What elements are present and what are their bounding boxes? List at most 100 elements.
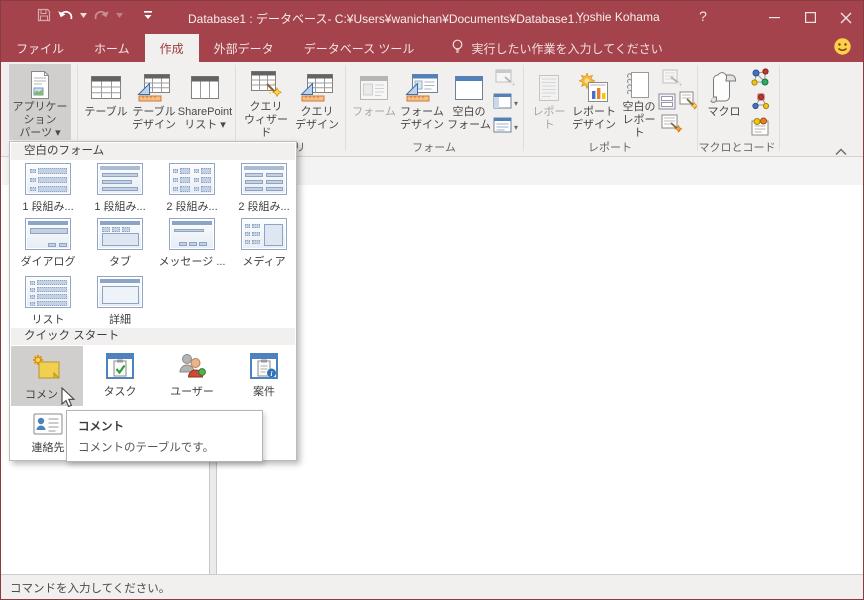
case-clipboard-info-icon: i xyxy=(228,352,300,380)
tab-home[interactable]: ホーム xyxy=(79,34,145,62)
query-wizard-icon xyxy=(250,69,282,101)
more-forms-button[interactable]: ▾ xyxy=(493,117,518,138)
gallery-item[interactable]: タブ xyxy=(84,218,156,269)
report-wizard-button xyxy=(662,69,684,92)
gallery-item[interactable]: 1 段組み... xyxy=(84,163,156,214)
slip-wizard-icon xyxy=(661,114,683,139)
tooltip: コメント コメントのテーブルです。 xyxy=(66,410,263,462)
tooltip-title: コメント xyxy=(78,421,124,433)
tell-me-box[interactable]: 実行したい作業を入力してください xyxy=(451,34,663,62)
navigation-form-icon xyxy=(493,93,512,114)
labels-icon xyxy=(658,93,676,115)
gallery-item-user[interactable]: ユーザー xyxy=(156,352,228,399)
status-message: コマンドを入力してください。 xyxy=(10,583,171,595)
gallery-item[interactable]: メッセージ ... xyxy=(156,218,228,269)
message-form-icon xyxy=(156,218,228,250)
tab-create[interactable]: 作成 xyxy=(144,34,199,62)
title-bar: Database1 : データベース- C:¥Users¥wanichan¥Do… xyxy=(1,1,863,34)
undo-dropdown-caret[interactable] xyxy=(80,12,87,18)
more-forms-icon xyxy=(493,117,512,138)
query-design-icon xyxy=(300,69,334,106)
group-separator xyxy=(235,65,236,151)
customize-quick-access-icon[interactable] xyxy=(143,10,153,20)
gallery-item[interactable]: 2 段組み... xyxy=(156,163,228,214)
module-button[interactable] xyxy=(750,67,771,93)
gallery-section-blank-forms: 空白のフォーム xyxy=(11,143,295,160)
gallery-item-task[interactable]: タスク xyxy=(84,352,156,399)
feedback-smiley-icon[interactable] xyxy=(833,37,852,61)
application-parts-icon xyxy=(27,69,53,101)
redo-button[interactable] xyxy=(93,9,110,22)
access-window: Database1 : データベース- C:¥Users¥wanichan¥Do… xyxy=(0,0,864,600)
gallery-item[interactable]: 1 段組み... xyxy=(12,163,84,214)
mouse-cursor xyxy=(59,386,77,414)
labels-button[interactable] xyxy=(658,93,676,115)
report-button: レポート xyxy=(528,64,570,140)
status-bar: コマンドを入力してください。 xyxy=(1,574,863,599)
blank-report-icon xyxy=(627,69,651,101)
table-design-icon xyxy=(137,69,171,106)
comment-note-icon xyxy=(11,353,83,383)
users-icon xyxy=(156,352,228,380)
collapse-ribbon-icon[interactable] xyxy=(834,144,850,156)
query-design-button[interactable]: クエリ デザイン xyxy=(293,64,341,140)
media-form-icon xyxy=(228,218,300,250)
class-module-icon xyxy=(750,92,771,118)
help-button[interactable]: ? xyxy=(693,8,713,24)
report-wizard-icon xyxy=(662,69,684,92)
form-wizard-button xyxy=(495,69,517,92)
dialog-form-icon xyxy=(12,218,84,250)
gallery-item[interactable]: 2 段組み... xyxy=(228,163,300,214)
tab-form-icon xyxy=(84,218,156,250)
class-module-button[interactable] xyxy=(750,92,771,118)
tab-database-tools[interactable]: データベース ツール xyxy=(289,34,430,62)
maximize-button[interactable] xyxy=(793,1,827,34)
sharepoint-list-button[interactable]: SharePoint リスト ▾ xyxy=(178,64,232,140)
detail-form-icon xyxy=(84,276,156,308)
list-form-icon xyxy=(12,276,84,308)
table-design-button[interactable]: テーブル デザイン xyxy=(131,64,177,140)
form-button: フォーム xyxy=(351,64,397,140)
form-2col-bars-icon xyxy=(228,163,300,195)
application-parts-button[interactable]: アプリケーション パーツ ▾ xyxy=(9,64,71,140)
slip-wizard-button[interactable] xyxy=(661,114,683,139)
table-icon xyxy=(90,69,122,106)
form-wizard-icon xyxy=(495,69,517,92)
gallery-item[interactable]: ダイアログ xyxy=(12,218,84,269)
macro-icon xyxy=(709,69,739,106)
postcard-wizard-icon xyxy=(679,91,699,116)
group-separator xyxy=(779,65,780,151)
undo-button[interactable] xyxy=(57,9,74,22)
group-separator xyxy=(697,65,698,151)
redo-dropdown-caret[interactable] xyxy=(116,12,123,18)
window-title: Database1 : データベース- C:¥Users¥wanichan¥Do… xyxy=(188,12,587,26)
gallery-item-case[interactable]: i 案件 xyxy=(228,352,300,399)
tab-external-data[interactable]: 外部データ xyxy=(199,34,289,62)
visual-basic-icon xyxy=(750,117,771,142)
minimize-button[interactable] xyxy=(757,1,791,34)
macro-button[interactable]: マクロ xyxy=(703,64,745,140)
report-icon xyxy=(537,69,561,106)
navigation-forms-button[interactable]: ▾ xyxy=(493,93,518,114)
gallery-item[interactable]: メディア xyxy=(228,218,300,269)
navigation-pane-scrollbar[interactable] xyxy=(209,461,217,574)
tell-me-label: 実行したい作業を入力してください xyxy=(471,41,663,56)
postcard-wizard-button[interactable] xyxy=(679,91,699,116)
group-label-form: フォーム xyxy=(412,142,456,154)
gallery-item[interactable]: 詳細 xyxy=(84,276,156,327)
blank-report-button[interactable]: 空白の レポート xyxy=(618,64,660,140)
form-2col-dotted-icon xyxy=(156,163,228,195)
blank-form-button[interactable]: 空白の フォーム xyxy=(447,64,491,140)
report-design-button[interactable]: レポート デザイン xyxy=(572,64,616,140)
close-button[interactable] xyxy=(829,1,863,34)
form-design-button[interactable]: フォーム デザイン xyxy=(399,64,445,140)
query-wizard-button[interactable]: クエリ ウィザード xyxy=(241,64,291,140)
group-label-report: レポート xyxy=(588,142,632,154)
form-design-icon xyxy=(405,69,439,106)
tab-file[interactable]: ファイル xyxy=(1,34,79,62)
signed-in-user[interactable]: Yoshie Kohama xyxy=(576,10,660,24)
save-icon[interactable] xyxy=(37,8,51,22)
gallery-item[interactable]: リスト xyxy=(12,276,84,327)
visual-basic-button[interactable] xyxy=(750,117,771,142)
table-button[interactable]: テーブル xyxy=(83,64,129,140)
